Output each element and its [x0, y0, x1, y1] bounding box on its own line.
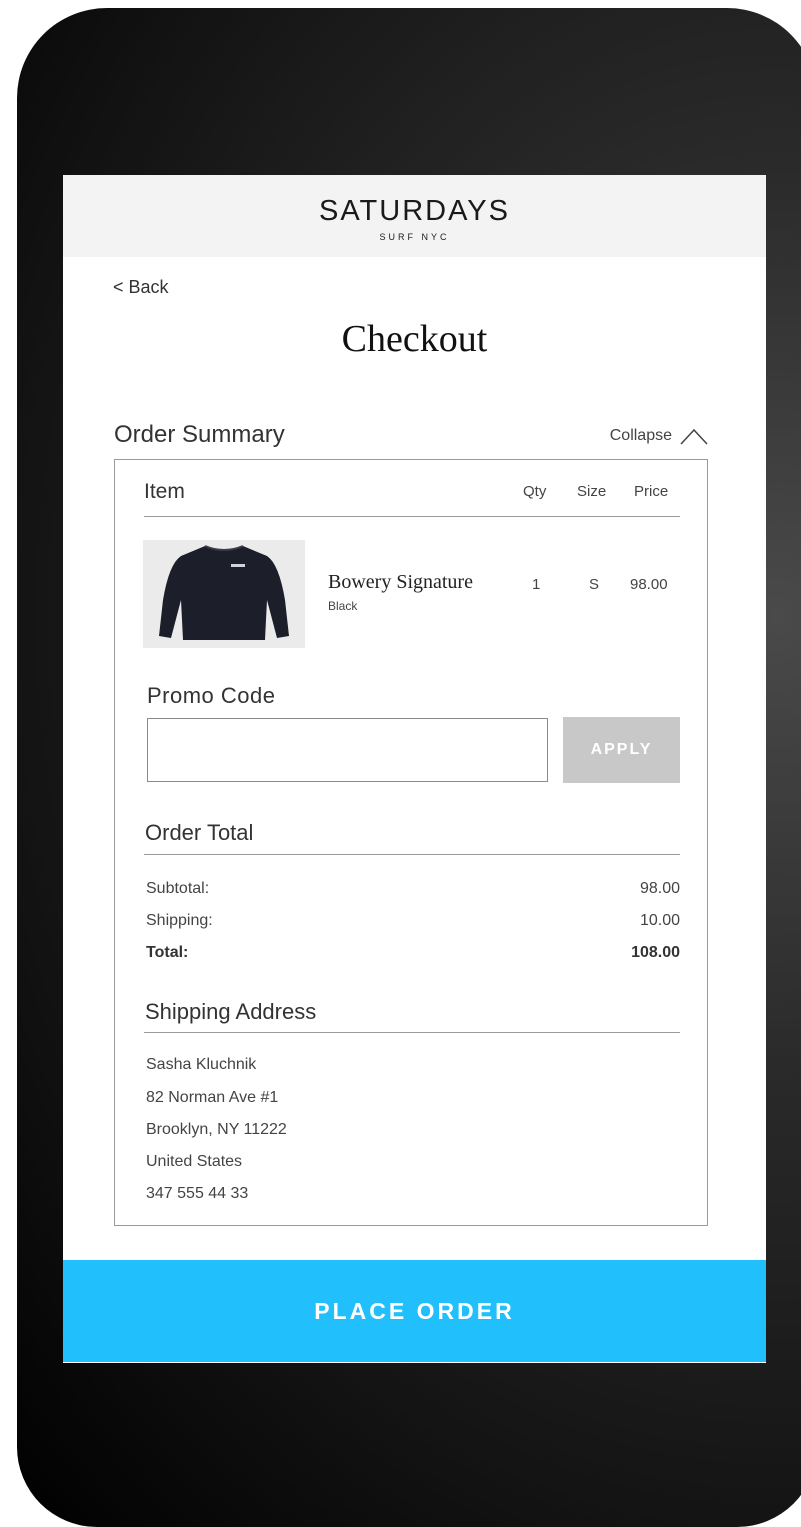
address-line: Sasha Kluchnik	[146, 1056, 257, 1073]
shipping-address-title: Shipping Address	[145, 999, 317, 1024]
brand-logo[interactable]: SATURDAYS	[63, 195, 766, 228]
subtotal-row: Subtotal: 98.00	[146, 880, 680, 898]
divider	[144, 516, 680, 517]
order-total-title: Order Total	[145, 820, 254, 845]
shipping-value: 10.00	[639, 912, 680, 929]
product-size: S	[589, 576, 600, 593]
shipping-row: Shipping: 10.00	[146, 912, 680, 930]
collapse-toggle[interactable]: Collapse	[610, 427, 708, 445]
checkout-screen: SATURDAYS SURF NYC < Back Checkout Order…	[63, 175, 766, 1363]
back-link[interactable]: < Back	[113, 277, 169, 298]
address-line: 82 Norman Ave #1	[146, 1089, 279, 1106]
collapse-label: Collapse	[609, 427, 672, 444]
promo-code-label: Promo Code	[147, 683, 276, 708]
product-image	[143, 540, 305, 648]
chevron-up-icon	[680, 428, 708, 445]
place-order-button[interactable]: PLACE ORDER	[63, 1260, 766, 1362]
total-row: Total: 108.00	[146, 944, 680, 962]
product-name[interactable]: Bowery Signature	[328, 571, 473, 594]
brand-tagline: SURF NYC	[379, 232, 450, 242]
total-label: Total:	[146, 944, 189, 961]
subtotal-label: Subtotal:	[146, 880, 210, 897]
product-price: 98.00	[630, 576, 668, 593]
column-header-item: Item	[144, 480, 185, 503]
page-title: Checkout	[341, 318, 488, 360]
order-summary-title: Order Summary	[114, 421, 285, 448]
site-header: SATURDAYS SURF NYC	[63, 175, 766, 257]
divider	[144, 854, 680, 855]
promo-code-input[interactable]	[147, 718, 548, 782]
divider	[144, 1032, 680, 1033]
apply-promo-button[interactable]: APPLY	[563, 717, 680, 783]
column-header-qty: Qty	[523, 483, 547, 500]
product-qty: 1	[532, 576, 541, 593]
product-variant: Black	[328, 599, 358, 613]
column-header-price: Price	[634, 483, 669, 500]
shipping-label: Shipping:	[146, 912, 213, 929]
subtotal-value: 98.00	[639, 880, 680, 897]
address-line: 347 555 44 33	[146, 1185, 249, 1202]
address-line: Brooklyn, NY 11222	[146, 1121, 287, 1138]
address-line: United States	[146, 1153, 243, 1170]
column-header-size: Size	[577, 483, 607, 500]
sweatshirt-icon	[159, 545, 289, 640]
total-value: 108.00	[631, 944, 680, 961]
